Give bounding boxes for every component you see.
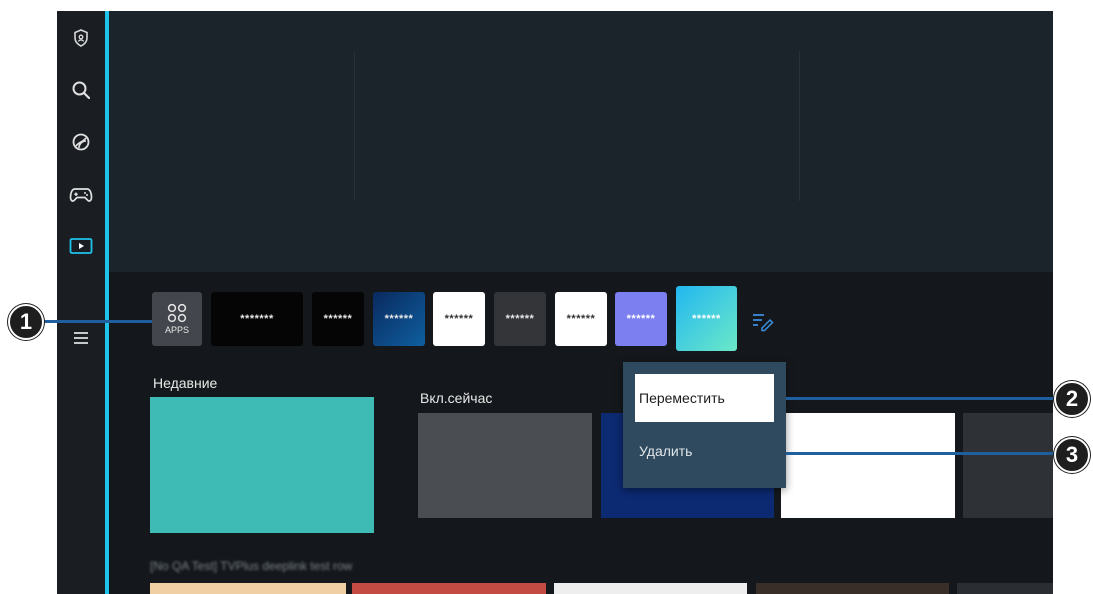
apps-label: APPS xyxy=(164,325,189,335)
media-icon[interactable] xyxy=(68,233,94,259)
callout-badge-3: 3 xyxy=(1054,437,1090,473)
app-tile[interactable]: ****** xyxy=(312,292,364,346)
content-card[interactable] xyxy=(963,413,1053,518)
move-menu-item[interactable]: Переместить xyxy=(635,374,774,422)
delete-menu-item[interactable]: Удалить xyxy=(639,443,692,459)
apps-grid-icon xyxy=(167,303,187,323)
app-tile[interactable]: ****** xyxy=(373,292,425,346)
search-icon[interactable] xyxy=(68,77,94,103)
hero-divider xyxy=(799,51,800,201)
content-card[interactable] xyxy=(418,413,592,518)
tv-screen: APPS ******* ****** ****** ****** ******… xyxy=(57,11,1053,594)
row-title: [No QA Test] TVPlus deeplink test row xyxy=(150,559,353,573)
privacy-shield-icon[interactable] xyxy=(68,25,94,51)
app-tile-focused[interactable]: ****** xyxy=(676,286,737,351)
app-tile[interactable]: ****** xyxy=(615,292,667,346)
app-tile[interactable]: ****** xyxy=(433,292,485,346)
row-card[interactable] xyxy=(957,583,1053,594)
row-card[interactable] xyxy=(352,583,546,594)
callout-badge-1: 1 xyxy=(8,304,44,340)
content-card[interactable] xyxy=(781,413,955,518)
recent-card[interactable] xyxy=(150,397,374,533)
row-card[interactable] xyxy=(756,583,949,594)
edit-list-icon[interactable] xyxy=(750,308,776,334)
hero-banner xyxy=(109,11,1053,272)
app-tile[interactable]: ******* xyxy=(211,292,303,346)
rail-accent-line xyxy=(105,11,109,594)
app-tile[interactable]: ****** xyxy=(555,292,607,346)
hero-divider xyxy=(354,51,355,201)
game-icon[interactable] xyxy=(68,182,94,208)
callout-badge-2: 2 xyxy=(1054,381,1090,417)
app-tile[interactable]: ****** xyxy=(494,292,546,346)
ambient-icon[interactable] xyxy=(68,129,94,155)
recent-section-title: Недавние xyxy=(153,375,218,391)
callout-line xyxy=(40,320,152,323)
row-card[interactable] xyxy=(150,583,346,594)
apps-button[interactable]: APPS xyxy=(152,292,202,346)
callout-line xyxy=(786,397,1062,400)
callout-line xyxy=(786,452,1062,455)
menu-icon[interactable] xyxy=(68,325,94,351)
navigation-rail xyxy=(57,11,106,594)
row-card[interactable] xyxy=(554,583,747,594)
now-section-title: Вкл.сейчас xyxy=(420,390,493,406)
